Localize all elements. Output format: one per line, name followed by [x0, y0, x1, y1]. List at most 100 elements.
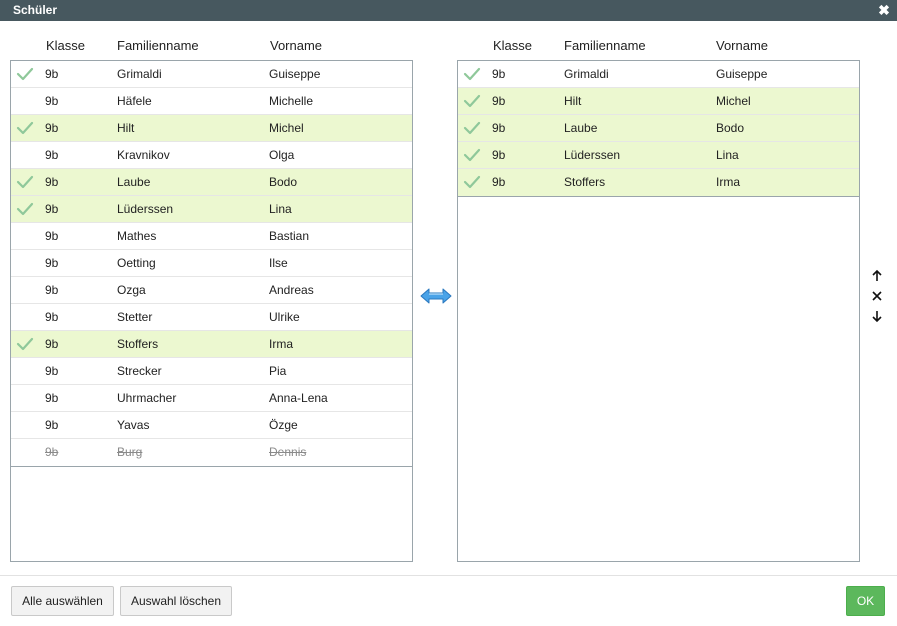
cell-familienname: Hilt: [117, 121, 135, 135]
table-row[interactable]: 9b Lüderssen Lina: [458, 142, 859, 169]
cell-familienname: Grimaldi: [117, 67, 162, 81]
footer-divider: [0, 575, 897, 576]
cell-familienname: Stoffers: [117, 337, 159, 351]
right-header-familienname[interactable]: Familienname: [564, 38, 646, 53]
check-icon: [16, 174, 34, 190]
table-row[interactable]: 9b Uhrmacher Anna-Lena: [11, 385, 412, 412]
cell-vorname: Guiseppe: [269, 67, 321, 81]
cell-vorname: Michel: [269, 121, 304, 135]
dialog-titlebar: Schüler ✖: [0, 0, 897, 21]
table-row[interactable]: 9b Grimaldi Guiseppe: [458, 61, 859, 88]
cell-klasse: 9b: [45, 364, 59, 378]
cell-familienname: Strecker: [117, 364, 162, 378]
cell-familienname: Laube: [117, 175, 151, 189]
cell-vorname: Özge: [269, 418, 298, 432]
cell-klasse: 9b: [45, 256, 59, 270]
table-row[interactable]: 9b Häfele Michelle: [11, 88, 412, 115]
cell-vorname: Anna-Lena: [269, 391, 328, 405]
right-header-klasse[interactable]: Klasse: [493, 38, 532, 53]
cell-familienname: Yavas: [117, 418, 150, 432]
cell-familienname: Burg: [117, 445, 143, 459]
remove-icon[interactable]: [870, 289, 884, 303]
check-icon: [463, 174, 481, 190]
cell-vorname: Ilse: [269, 256, 288, 270]
table-row[interactable]: 9b Yavas Özge: [11, 412, 412, 439]
table-row[interactable]: 9b Lüderssen Lina: [11, 196, 412, 223]
close-icon[interactable]: ✖: [877, 2, 891, 18]
cell-klasse: 9b: [45, 148, 59, 162]
table-row[interactable]: 9b Laube Bodo: [458, 115, 859, 142]
table-row[interactable]: 9b Burg Dennis: [11, 439, 412, 466]
cell-vorname: Irma: [269, 337, 293, 351]
all-students-rows: 9b Grimaldi Guiseppe 9b Häfele Michelle 9b Hilt…: [11, 61, 412, 467]
selected-students-rows: 9b Grimaldi Guiseppe 9b Hilt Michel 9b Laube Bod…: [458, 61, 859, 197]
cell-vorname: Michel: [716, 94, 751, 108]
table-row[interactable]: 9b Laube Bodo: [11, 169, 412, 196]
table-row[interactable]: 9b Stoffers Irma: [458, 169, 859, 196]
right-header-vorname[interactable]: Vorname: [716, 38, 768, 53]
cell-familienname: Häfele: [117, 94, 152, 108]
cell-familienname: Grimaldi: [564, 67, 609, 81]
check-icon: [463, 147, 481, 163]
cell-familienname: Oetting: [117, 256, 156, 270]
all-students-list[interactable]: 9b Grimaldi Guiseppe 9b Häfele Michelle 9b Hilt…: [10, 60, 413, 562]
cell-klasse: 9b: [492, 67, 506, 81]
cell-familienname: Laube: [564, 121, 598, 135]
cell-familienname: Ozga: [117, 283, 146, 297]
select-all-button[interactable]: Alle auswählen: [11, 586, 114, 616]
cell-vorname: Lina: [269, 202, 292, 216]
left-header-klasse[interactable]: Klasse: [46, 38, 85, 53]
cell-klasse: 9b: [45, 121, 59, 135]
cell-vorname: Olga: [269, 148, 295, 162]
cell-klasse: 9b: [45, 418, 59, 432]
check-icon: [16, 66, 34, 82]
table-row[interactable]: 9b Stoffers Irma: [11, 331, 412, 358]
check-icon: [16, 336, 34, 352]
table-row[interactable]: 9b Stetter Ulrike: [11, 304, 412, 331]
table-row[interactable]: 9b Grimaldi Guiseppe: [11, 61, 412, 88]
left-header-vorname[interactable]: Vorname: [270, 38, 322, 53]
swap-arrows-icon[interactable]: [420, 287, 452, 305]
arrow-up-icon[interactable]: [870, 269, 884, 283]
table-row[interactable]: 9b Hilt Michel: [458, 88, 859, 115]
check-icon: [16, 201, 34, 217]
left-header-familienname[interactable]: Familienname: [117, 38, 199, 53]
table-row[interactable]: 9b Oetting Ilse: [11, 250, 412, 277]
cell-familienname: Lüderssen: [564, 148, 621, 162]
cell-klasse: 9b: [45, 175, 59, 189]
cell-vorname: Irma: [716, 175, 740, 189]
cell-familienname: Kravnikov: [117, 148, 170, 162]
cell-vorname: Pia: [269, 364, 287, 378]
cell-klasse: 9b: [45, 337, 59, 351]
check-icon: [16, 120, 34, 136]
cell-klasse: 9b: [492, 175, 506, 189]
cell-familienname: Hilt: [564, 94, 582, 108]
table-row[interactable]: 9b Strecker Pia: [11, 358, 412, 385]
cell-familienname: Lüderssen: [117, 202, 174, 216]
cell-klasse: 9b: [492, 148, 506, 162]
table-row[interactable]: 9b Mathes Bastian: [11, 223, 412, 250]
table-row[interactable]: 9b Kravnikov Olga: [11, 142, 412, 169]
clear-selection-button[interactable]: Auswahl löschen: [120, 586, 232, 616]
cell-klasse: 9b: [45, 310, 59, 324]
cell-klasse: 9b: [45, 391, 59, 405]
cell-vorname: Bastian: [269, 229, 310, 243]
cell-vorname: Bodo: [716, 121, 745, 135]
ok-button[interactable]: OK: [846, 586, 885, 616]
check-icon: [463, 66, 481, 82]
cell-klasse: 9b: [45, 445, 59, 459]
check-icon: [463, 120, 481, 136]
cell-vorname: Michelle: [269, 94, 314, 108]
cell-klasse: 9b: [45, 202, 59, 216]
selected-students-list[interactable]: 9b Grimaldi Guiseppe 9b Hilt Michel 9b Laube Bod…: [457, 60, 860, 562]
cell-familienname: Stoffers: [564, 175, 606, 189]
check-icon: [463, 93, 481, 109]
cell-vorname: Ulrike: [269, 310, 300, 324]
table-row[interactable]: 9b Ozga Andreas: [11, 277, 412, 304]
cell-vorname: Andreas: [269, 283, 314, 297]
cell-klasse: 9b: [492, 94, 506, 108]
arrow-down-icon[interactable]: [870, 309, 884, 323]
cell-vorname: Bodo: [269, 175, 298, 189]
cell-klasse: 9b: [45, 229, 59, 243]
table-row[interactable]: 9b Hilt Michel: [11, 115, 412, 142]
